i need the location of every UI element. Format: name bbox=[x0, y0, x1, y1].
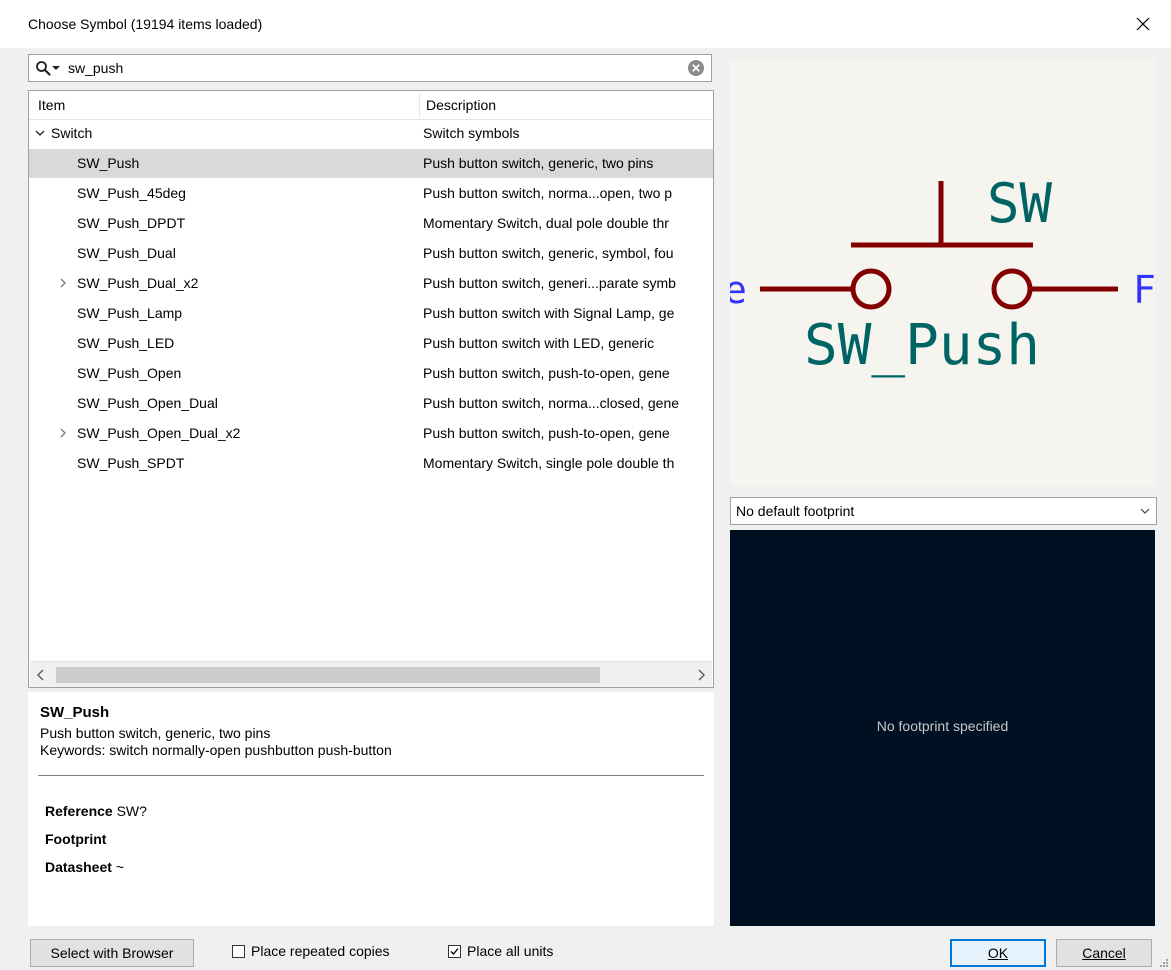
tree-item-description: Switch symbols bbox=[423, 125, 520, 141]
place-all-units-checkbox[interactable]: Place all units bbox=[448, 943, 553, 959]
tree-item-name: SW_Push bbox=[77, 155, 140, 171]
checkbox-label: Place repeated copies bbox=[251, 943, 390, 959]
field-datasheet: Datasheet ~ bbox=[45, 859, 124, 875]
tree-row[interactable]: SW_Push_45deg Push button switch, norma..… bbox=[29, 179, 713, 208]
chevron-right-icon[interactable] bbox=[57, 277, 69, 289]
tree-item-name: SW_Push_LED bbox=[77, 335, 175, 351]
place-repeated-copies-checkbox[interactable]: Place repeated copies bbox=[232, 943, 390, 959]
tree-row[interactable]: SW_Push_LED Push button switch with LED, … bbox=[29, 329, 713, 358]
tree-item-name: SW_Push_DPDT bbox=[77, 215, 186, 231]
footprint-preview[interactable]: No footprint specified bbox=[730, 530, 1155, 926]
symbol-preview-canvas: SW SW_Push e F bbox=[730, 172, 1155, 378]
tree-item-name: SW_Push_Dual bbox=[77, 245, 176, 261]
symbol-preview[interactable]: SW SW_Push e F bbox=[730, 60, 1155, 486]
tree-item-description: Momentary Switch, dual pole double thr bbox=[423, 215, 669, 231]
symbol-details: SW_Push Push button switch, generic, two… bbox=[28, 692, 714, 926]
column-divider[interactable] bbox=[419, 93, 420, 117]
tree-item-name: SW_Push_Dual_x2 bbox=[77, 275, 199, 291]
footprint-select-value: No default footprint bbox=[736, 503, 855, 519]
details-divider bbox=[38, 775, 704, 776]
tree-row[interactable]: SW_Push_Open Push button switch, push-to-… bbox=[29, 359, 713, 388]
tree-row[interactable]: SW_Push_Dual Push button switch, generic,… bbox=[29, 239, 713, 268]
close-button[interactable] bbox=[1129, 10, 1157, 38]
checkbox-label: Place all units bbox=[467, 943, 554, 959]
details-symbol-name: SW_Push bbox=[40, 704, 110, 721]
checkbox-box[interactable] bbox=[232, 944, 245, 958]
tree-row[interactable]: Switch Switch symbols bbox=[29, 119, 713, 148]
tree-header: Item Description bbox=[29, 91, 713, 120]
ok-button-label: OK bbox=[987, 945, 1009, 961]
tree-row[interactable]: SW_Push Push button switch, generic, two … bbox=[29, 149, 713, 178]
search-options-dropdown-icon[interactable] bbox=[52, 64, 60, 72]
tree-item-name: SW_Push_SPDT bbox=[77, 455, 185, 471]
details-keywords: Keywords: switch normally-open pushbutto… bbox=[40, 742, 392, 758]
chevron-down-icon[interactable] bbox=[34, 127, 46, 139]
footprint-message: No footprint specified bbox=[876, 718, 1009, 734]
pin-name-right-fragment: F bbox=[1133, 268, 1155, 312]
tree-row[interactable]: SW_Push_Open_Dual Push button switch, nor… bbox=[29, 389, 713, 418]
symbol-tree[interactable]: Item Description Switch Switch symbols SW_… bbox=[28, 90, 714, 688]
ok-button[interactable]: OK bbox=[950, 939, 1046, 967]
contact-right bbox=[991, 268, 1033, 310]
tree-item-description: Push button switch, push-to-open, gene bbox=[423, 425, 670, 441]
pin-name-left-fragment: e bbox=[730, 268, 747, 312]
tree-item-description: Push button switch, generic, symbol, fou bbox=[423, 245, 674, 261]
field-label: Reference bbox=[45, 803, 113, 819]
horizontal-scrollbar[interactable] bbox=[30, 661, 712, 687]
tree-item-name: SW_Push_45deg bbox=[77, 185, 186, 201]
tree-item-name: SW_Push_Open_Dual bbox=[77, 395, 218, 411]
details-description: Push button switch, generic, two pins bbox=[40, 725, 271, 741]
tree-item-description: Push button switch with LED, generic bbox=[423, 335, 655, 351]
tree-item-description: Push button switch, generic, two pins bbox=[423, 155, 654, 171]
tree-row[interactable]: SW_Push_Dual_x2 Push button switch, gener… bbox=[29, 269, 713, 298]
scroll-right-icon[interactable] bbox=[694, 668, 708, 682]
close-icon bbox=[1136, 17, 1150, 31]
tree-row[interactable]: SW_Push_SPDT Momentary Switch, single pol… bbox=[29, 449, 713, 478]
tree-item-description: Push button switch, norma...open, two p bbox=[423, 185, 673, 201]
field-footprint: Footprint bbox=[45, 831, 106, 847]
tree-row[interactable]: SW_Push_DPDT Momentary Switch, dual pole … bbox=[29, 209, 713, 238]
field-label: Footprint bbox=[45, 831, 107, 847]
column-header-item[interactable]: Item bbox=[38, 97, 65, 113]
select-with-browser-button[interactable]: Select with Browser bbox=[30, 939, 194, 967]
tree-item-name: SW_Push_Open bbox=[77, 365, 182, 381]
cancel-button-label: Cancel bbox=[1082, 945, 1126, 961]
scrollbar-thumb[interactable] bbox=[56, 667, 600, 683]
tree-row[interactable]: SW_Push_Open_Dual_x2 Push button switch, … bbox=[29, 419, 713, 448]
field-reference: Reference SW? bbox=[45, 803, 147, 819]
checkmark-icon bbox=[450, 947, 459, 955]
search-input[interactable] bbox=[68, 60, 687, 76]
column-header-description[interactable]: Description bbox=[426, 97, 496, 113]
contact-left bbox=[850, 268, 892, 310]
window-title: Choose Symbol (19194 items loaded) bbox=[28, 16, 263, 32]
tree-item-name: SW_Push_Open_Dual_x2 bbox=[77, 425, 241, 441]
tree-row[interactable]: SW_Push_Lamp Push button switch with Sign… bbox=[29, 299, 713, 328]
footprint-select[interactable]: No default footprint bbox=[730, 497, 1157, 525]
resize-grip-icon[interactable] bbox=[1159, 958, 1169, 968]
checkbox-box[interactable] bbox=[448, 944, 461, 958]
search-icon[interactable] bbox=[35, 60, 51, 76]
search-box[interactable] bbox=[28, 54, 712, 82]
chevron-down-icon bbox=[1140, 508, 1150, 514]
clear-search-icon[interactable] bbox=[687, 59, 705, 77]
tree-item-name: SW_Push_Lamp bbox=[77, 305, 183, 321]
field-value: ~ bbox=[115, 859, 124, 875]
tree-item-description: Push button switch with Signal Lamp, ge bbox=[423, 305, 675, 321]
tree-item-description: Momentary Switch, single pole double th bbox=[423, 455, 675, 471]
chevron-right-icon[interactable] bbox=[57, 427, 69, 439]
field-value: SW? bbox=[116, 803, 147, 819]
cancel-button[interactable]: Cancel bbox=[1056, 939, 1152, 967]
reference-text: SW bbox=[987, 172, 1053, 235]
tree-item-description: Push button switch, generi...parate symb bbox=[423, 275, 676, 291]
value-text: SW_Push bbox=[804, 313, 1040, 378]
title-bar: Choose Symbol (19194 items loaded) bbox=[0, 0, 1171, 48]
scroll-left-icon[interactable] bbox=[34, 668, 48, 682]
tree-item-description: Push button switch, norma...closed, gene bbox=[423, 395, 680, 411]
field-label: Datasheet bbox=[45, 859, 112, 875]
tree-item-name: Switch bbox=[51, 125, 93, 141]
tree-item-description: Push button switch, push-to-open, gene bbox=[423, 365, 670, 381]
